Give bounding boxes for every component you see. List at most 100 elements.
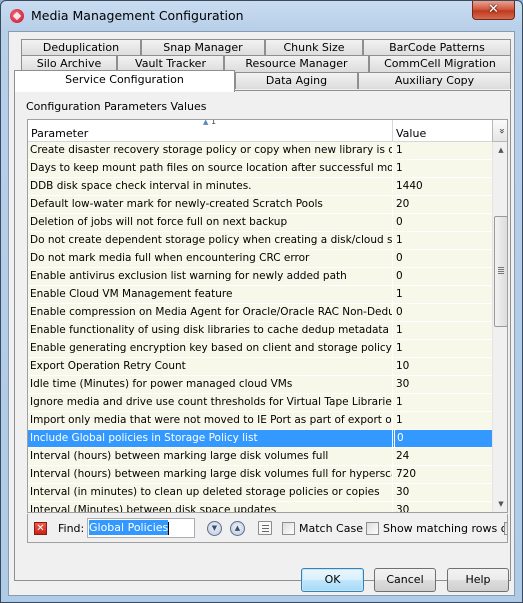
find-input[interactable]: Global Policies: [87, 518, 195, 538]
cell-value[interactable]: 30: [394, 376, 492, 393]
scrollbar-thumb[interactable]: [494, 216, 507, 327]
cancel-button[interactable]: Cancel: [374, 568, 436, 592]
text-caret: [168, 521, 170, 535]
find-next-button[interactable]: ▼: [207, 521, 222, 536]
cell-value[interactable]: 1: [394, 232, 492, 249]
table-row[interactable]: Enable functionality of using disk libra…: [28, 322, 492, 340]
scroll-up-button[interactable]: ▲: [493, 142, 507, 159]
cell-parameter: Do not create dependent storage policy w…: [28, 232, 393, 249]
cell-value[interactable]: 30: [394, 502, 492, 512]
cell-value[interactable]: 1: [394, 286, 492, 303]
cell-parameter: Interval (in minutes) to clean up delete…: [28, 484, 393, 501]
cell-value[interactable]: 30: [394, 484, 492, 501]
table-row[interactable]: Default low-water mark for newly-created…: [28, 196, 492, 214]
cell-parameter: Interval (hours) between marking large d…: [28, 466, 393, 483]
cell-parameter: Import only media that were not moved to…: [28, 412, 393, 429]
match-case-label: Match Case: [299, 522, 363, 535]
cell-parameter: Enable generating encryption key based o…: [28, 340, 393, 357]
table-row[interactable]: Export Operation Retry Count 10: [28, 358, 492, 376]
column-header-value[interactable]: Value: [393, 120, 492, 142]
cell-parameter: Interval (hours) between marking large d…: [28, 448, 393, 465]
cell-parameter: Enable functionality of using disk libra…: [28, 322, 393, 339]
column-header-parameter[interactable]: ▲ 1 Parameter: [28, 120, 393, 142]
tab-service-configuration[interactable]: Service Configuration: [14, 70, 235, 92]
table-row[interactable]: Ignore media and drive use count thresho…: [28, 394, 492, 412]
cell-value[interactable]: 1440: [394, 178, 492, 195]
cell-value[interactable]: 0: [394, 304, 492, 321]
close-find-button[interactable]: ✕: [34, 522, 47, 535]
arrow-up-icon: ▲: [234, 524, 241, 532]
cell-parameter: Ignore media and drive use count thresho…: [28, 394, 393, 411]
table-header: ▲ 1 Parameter Value: [28, 120, 492, 142]
cell-parameter: DDB disk space check interval in minutes…: [28, 178, 393, 195]
cell-value[interactable]: 0: [394, 250, 492, 267]
tab-auxiliary-copy[interactable]: Auxiliary Copy: [358, 72, 511, 89]
cell-parameter: Enable antivirus exclusion list warning …: [28, 268, 393, 285]
table-row[interactable]: Enable antivirus exclusion list warning …: [28, 268, 492, 286]
tab-chunk-size[interactable]: Chunk Size: [265, 39, 363, 56]
cell-value[interactable]: 20: [394, 196, 492, 213]
scroll-up-icon: ▲: [498, 146, 504, 154]
cell-value[interactable]: 1: [394, 412, 492, 429]
cell-value[interactable]: 0: [394, 268, 492, 285]
find-label: Find:: [58, 522, 85, 535]
table-row[interactable]: Interval (in minutes) to clean up delete…: [28, 484, 492, 502]
scroll-down-button[interactable]: ▼: [493, 496, 507, 512]
window-title: Media Management Configuration: [31, 8, 244, 23]
cell-value[interactable]: 0: [394, 214, 492, 231]
match-case-checkbox[interactable]: [282, 522, 295, 535]
arrow-down-icon: ▼: [211, 524, 218, 532]
close-button[interactable]: ✕: [472, 1, 515, 20]
cell-parameter: Idle time (Minutes) for power managed cl…: [28, 376, 393, 393]
cell-value[interactable]: 1: [394, 322, 492, 339]
find-bar: ✕ Find: Global Policies ▼ ▲ Match Case S…: [27, 514, 508, 543]
vertical-scrollbar[interactable]: ▲ ▼: [492, 142, 507, 512]
table-row[interactable]: Enable compression on Media Agent for Or…: [28, 304, 492, 322]
table-row[interactable]: Do not create dependent storage policy w…: [28, 232, 492, 250]
table-row[interactable]: Do not mark media full when encountering…: [28, 250, 492, 268]
table-row[interactable]: Enable Cloud VM Management feature 1: [28, 286, 492, 304]
cell-value[interactable]: 1: [394, 340, 492, 357]
cell-value[interactable]: 24: [394, 448, 492, 465]
cell-value[interactable]: 1: [394, 394, 492, 411]
cell-value[interactable]: 720: [394, 466, 492, 483]
find-options-button[interactable]: [258, 521, 272, 535]
tab-commcell-migration[interactable]: CommCell Migration: [369, 55, 511, 72]
show-matching-rows-checkbox[interactable]: [366, 522, 379, 535]
tab-resource-manager[interactable]: Resource Manager: [224, 55, 369, 72]
double-chevron-down-icon: »: [496, 127, 507, 135]
table-row[interactable]: Interval (hours) between marking large d…: [28, 466, 492, 484]
cell-parameter: Interval (Minutes) between disk space up…: [28, 502, 393, 512]
tab-barcode-patterns[interactable]: BarCode Patterns: [363, 39, 511, 56]
extra-option-checkbox[interactable]: [504, 522, 507, 535]
help-button[interactable]: Help: [447, 568, 509, 592]
table-row[interactable]: Days to keep mount path files on source …: [28, 160, 492, 178]
cell-parameter: Default low-water mark for newly-created…: [28, 196, 393, 213]
tab-snap-manager[interactable]: Snap Manager: [141, 39, 265, 56]
ok-button[interactable]: OK: [301, 568, 364, 592]
column-chooser-button[interactable]: »: [492, 120, 507, 142]
title-bar[interactable]: Media Management Configuration ✕: [1, 1, 522, 31]
table-row[interactable]: Deletion of jobs will not force full on …: [28, 214, 492, 232]
tab-deduplication[interactable]: Deduplication: [21, 39, 141, 56]
grip-icon: [498, 267, 504, 274]
table-row[interactable]: Idle time (Minutes) for power managed cl…: [28, 376, 492, 394]
sort-ascending-icon: ▲: [203, 119, 209, 126]
cell-value[interactable]: 1: [394, 142, 492, 159]
scroll-down-icon: ▼: [498, 500, 504, 508]
dialog-window: Media Management Configuration ✕ Dedupli…: [0, 0, 523, 603]
cell-value[interactable]: 10: [394, 358, 492, 375]
table-row[interactable]: Enable generating encryption key based o…: [28, 340, 492, 358]
tab-data-aging[interactable]: Data Aging: [235, 72, 358, 89]
table-row[interactable]: Interval (Minutes) between disk space up…: [28, 502, 492, 512]
table-row[interactable]: Interval (hours) between marking large d…: [28, 448, 492, 466]
table-row-selected[interactable]: Include Global policies in Storage Polic…: [28, 430, 492, 448]
find-previous-button[interactable]: ▲: [230, 521, 245, 536]
parameters-table: ▲ 1 Parameter Value » Create disaster re…: [27, 119, 508, 513]
sort-indicator: ▲ 1: [203, 119, 216, 127]
table-row[interactable]: Import only media that were not moved to…: [28, 412, 492, 430]
cell-value[interactable]: 0: [394, 430, 492, 447]
table-row[interactable]: Create disaster recovery storage policy …: [28, 142, 492, 160]
table-row[interactable]: DDB disk space check interval in minutes…: [28, 178, 492, 196]
cell-value[interactable]: 1: [394, 160, 492, 177]
